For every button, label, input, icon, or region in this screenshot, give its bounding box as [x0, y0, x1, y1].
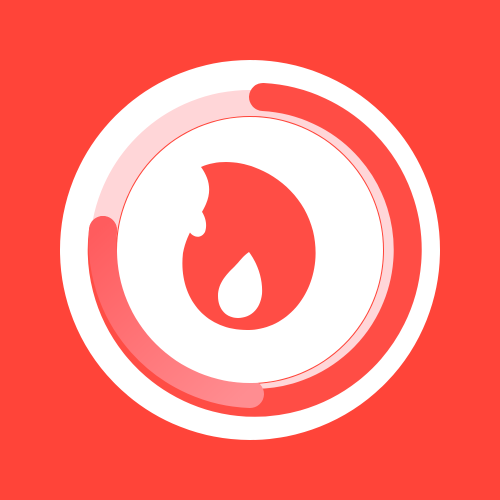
flame-progress-ring-icon: [0, 0, 500, 500]
progress-ring: [60, 60, 440, 440]
